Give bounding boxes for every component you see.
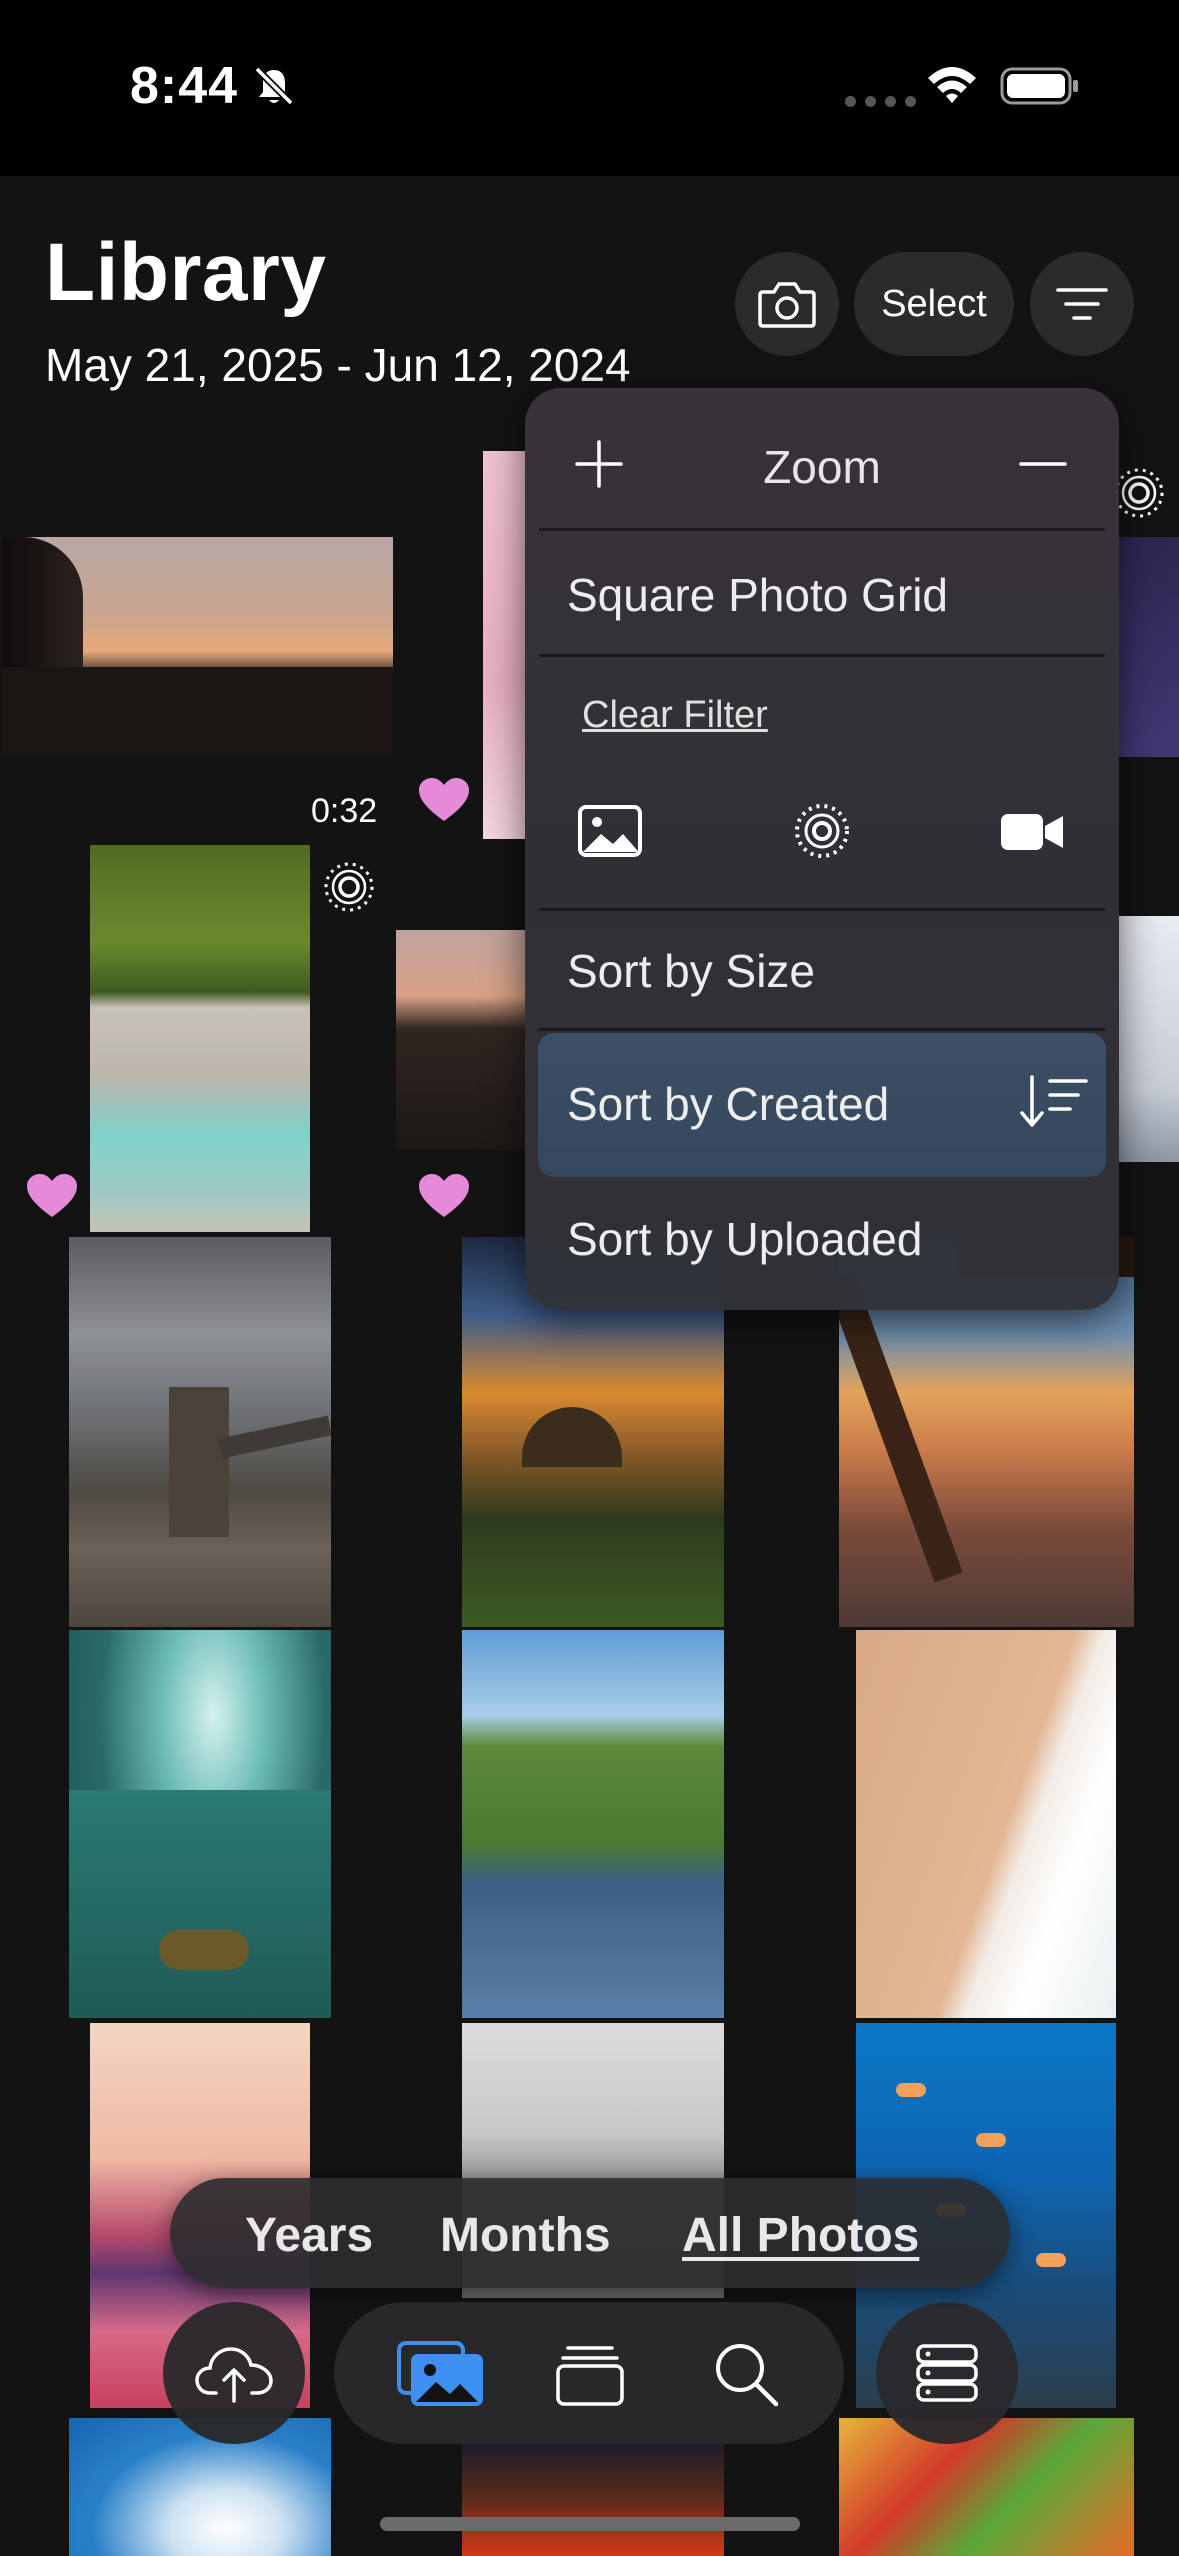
segment-months[interactable]: Months	[440, 2208, 611, 2263]
storage-stack-icon	[916, 2344, 978, 2402]
menu-divider	[539, 528, 1105, 531]
sort-by-created-item[interactable]: Sort by Created	[538, 1033, 1106, 1177]
status-time: 8:44	[130, 57, 239, 115]
cloud-upload-icon	[195, 2347, 273, 2403]
cellular-signal-icon	[845, 96, 916, 107]
status-bar: 8:44	[0, 0, 1179, 176]
live-photo-icon	[1114, 468, 1164, 518]
square-photo-grid-item[interactable]: Square Photo Grid	[567, 568, 948, 622]
favorite-heart-icon	[419, 778, 469, 821]
video-filter-icon[interactable]	[997, 800, 1067, 862]
live-photo-icon	[324, 862, 374, 912]
camera-icon	[758, 282, 816, 328]
photo-cliff-silhouette[interactable]	[396, 930, 526, 1150]
sort-by-size-item[interactable]: Sort by Size	[567, 944, 815, 998]
photo-filter-icon[interactable]	[575, 800, 645, 862]
albums-tab-icon[interactable]	[554, 2340, 626, 2408]
sort-descending-icon	[1020, 1075, 1088, 1127]
sort-by-uploaded-item[interactable]: Sort by Uploaded	[567, 1212, 922, 1266]
favorite-heart-icon	[419, 1174, 469, 1217]
favorite-heart-icon	[27, 1174, 77, 1217]
photo-aerial-forest-beach[interactable]	[90, 845, 310, 1232]
main-tab-bar	[334, 2302, 844, 2444]
wifi-icon	[928, 67, 976, 103]
photo-green-coast[interactable]	[462, 1630, 724, 2018]
photo-teal-sea[interactable]	[69, 1630, 331, 2018]
zoom-out-minus-icon[interactable]	[1015, 436, 1071, 492]
filter-lines-icon	[1056, 288, 1108, 320]
video-duration: 0:32	[311, 792, 378, 830]
time-scale-segmented-control: Years Months All Photos	[170, 2178, 1010, 2288]
view-options-menu: Zoom Square Photo Grid Clear Filter Sort…	[525, 388, 1119, 1310]
photos-tab-icon[interactable]	[396, 2340, 486, 2408]
photo-dock-fog[interactable]	[1119, 916, 1179, 1162]
photo-clouds-sky[interactable]	[69, 2418, 331, 2556]
bell-off-icon	[254, 66, 294, 106]
clear-filter-link[interactable]: Clear Filter	[582, 694, 768, 737]
menu-divider	[539, 654, 1105, 657]
photo-beach-footprints[interactable]	[856, 1630, 1116, 2018]
menu-divider	[539, 1028, 1105, 1031]
camera-button[interactable]	[735, 252, 839, 356]
photo-purple-stars[interactable]	[1119, 537, 1179, 757]
live-photo-filter-icon[interactable]	[787, 800, 857, 862]
battery-icon	[1000, 67, 1078, 105]
photo-lanterns[interactable]	[462, 2440, 724, 2556]
search-tab-icon[interactable]	[710, 2340, 782, 2408]
date-range: May 21, 2025 - Jun 12, 2024	[45, 339, 631, 391]
menu-divider	[539, 908, 1105, 911]
filter-button[interactable]	[1030, 252, 1134, 356]
photo-sunset-cliff[interactable]	[3, 537, 393, 757]
segment-years[interactable]: Years	[245, 2208, 373, 2263]
upload-button[interactable]	[163, 2302, 305, 2444]
segment-all-photos[interactable]: All Photos	[682, 2208, 919, 2263]
sort-by-created-label: Sort by Created	[567, 1078, 890, 1130]
page-title: Library	[45, 227, 327, 318]
photo-pink-cup[interactable]	[483, 451, 525, 839]
storage-button[interactable]	[876, 2302, 1018, 2444]
photo-fruit[interactable]	[839, 2418, 1134, 2556]
select-button[interactable]: Select	[854, 252, 1014, 356]
home-indicator	[380, 2517, 800, 2531]
photo-tower-bridge[interactable]	[69, 1237, 331, 1627]
